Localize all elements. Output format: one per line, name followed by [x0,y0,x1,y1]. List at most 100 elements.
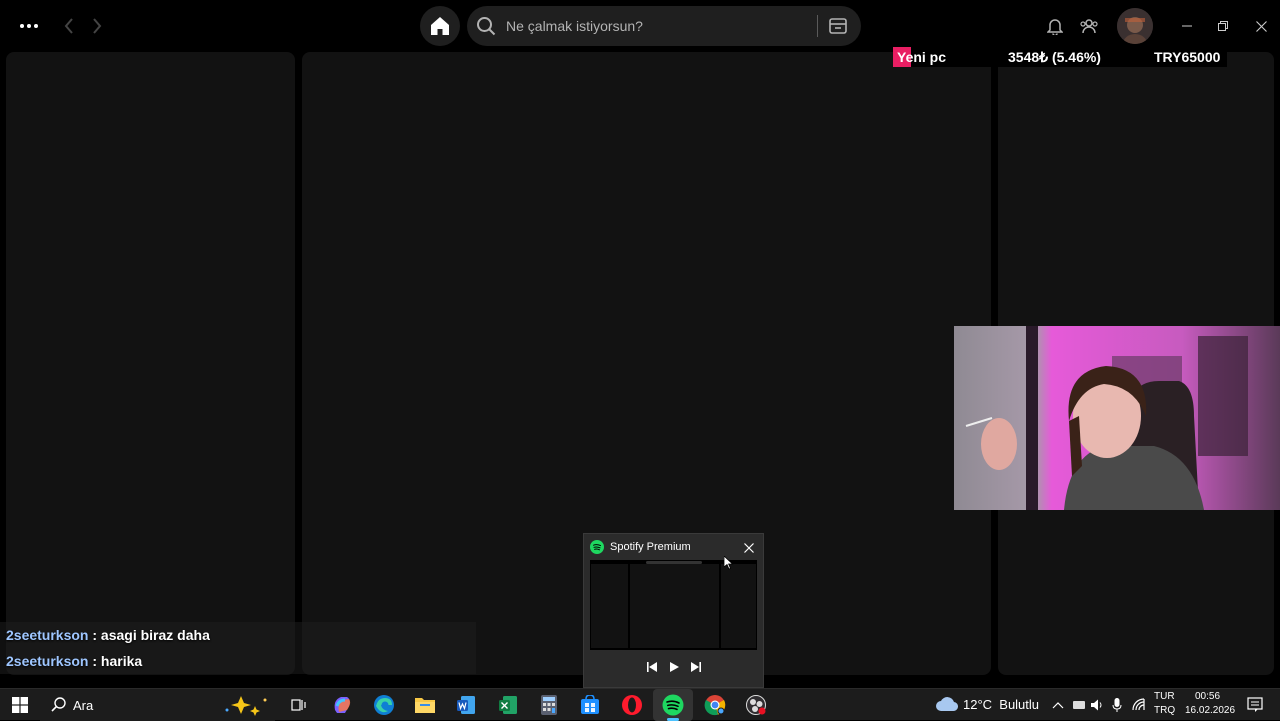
tray-device-icon [1073,701,1085,709]
taskbar-word[interactable] [454,693,478,717]
bell-icon [1047,19,1063,35]
chat-username: 2seeturkson [6,653,89,669]
more-dots-icon [20,24,38,28]
minimize-icon [1182,25,1192,27]
chat-message: 2seeturkson : asagi biraz daha [6,627,210,643]
notification-center-button[interactable] [1243,693,1267,717]
word-icon [457,696,475,714]
mouse-cursor-icon [724,556,734,570]
clock-time: 00:56 [1195,691,1221,702]
weather-cloud-icon [936,697,958,712]
avatar-image [1117,8,1153,44]
spotify-top-bar [0,0,1280,52]
clock-button[interactable]: 00:56 16.02.2026 [1183,690,1235,720]
taskbar-obs[interactable] [744,693,768,717]
play-button[interactable] [666,659,682,675]
friend-activity-button[interactable] [1078,15,1100,37]
excel-icon [499,696,517,714]
preview-panel [630,564,719,648]
chevron-right-icon [93,18,102,34]
chrome-icon [704,695,726,716]
search-icon [51,697,66,712]
windows-taskbar: Ara 12°C Bulutlu TUR TRQ 00:56 16.02.202… [0,688,1280,721]
more-options-button[interactable] [16,14,42,38]
weather-text[interactable]: 12°C Bulutlu [963,697,1039,712]
next-track-button[interactable] [688,659,704,675]
search-input[interactable] [506,16,806,36]
opera-icon [622,695,642,715]
chat-message: 2seeturkson : harika [6,653,142,669]
input-language-button[interactable]: TUR TRQ [1152,690,1178,720]
browse-icon [829,18,847,34]
donation-goal-bar: Yeni pc 3548₺ (5.46%) TRY65000 [893,47,1227,67]
task-view-icon [291,699,306,711]
taskbar-copilot[interactable] [330,693,354,717]
preview-searchbar [646,561,702,564]
skip-back-icon [647,662,657,672]
restore-icon [1218,21,1228,31]
close-button[interactable] [1250,16,1272,36]
notifications-button[interactable] [1044,15,1066,37]
chevron-up-icon [1052,702,1064,709]
donation-amount: 3548₺ (5.46%) [1008,49,1101,65]
webcam-overlay [954,326,1280,510]
chat-text: : harika [88,653,143,669]
chevron-left-icon [64,18,73,34]
taskbar-store[interactable] [578,693,602,717]
calculator-icon [541,695,557,715]
start-button[interactable] [8,693,32,717]
donation-label: Yeni pc [897,49,947,65]
keyboard-layout: TRQ [1154,705,1176,716]
preview-close-button[interactable] [741,540,757,556]
task-view-button[interactable] [287,693,311,717]
search-icon [477,17,496,36]
close-icon [1255,20,1267,32]
profile-avatar[interactable] [1117,8,1153,44]
spotify-taskbar-preview[interactable]: Spotify Premium [583,533,764,688]
taskbar-search[interactable]: Ara [40,689,275,721]
minimize-button[interactable] [1176,16,1198,36]
clock-date: 16.02.2026 [1185,705,1236,716]
taskbar-edge[interactable] [372,693,396,717]
taskbar-search-label: Ara [73,698,94,713]
volume-icon [1091,699,1102,711]
file-explorer-icon [415,698,435,713]
preview-title: Spotify Premium [610,541,691,553]
search-box[interactable] [467,6,861,46]
close-icon [744,543,754,553]
copilot-sparkle-icon [225,696,267,716]
skip-forward-icon [691,662,701,672]
spotify-app-button[interactable] [661,693,685,717]
preview-panel [591,564,628,648]
home-button[interactable] [420,6,460,46]
browse-button[interactable] [827,15,849,37]
network-icon [1132,698,1145,711]
tray-overflow-button[interactable] [1046,693,1070,717]
previous-track-button[interactable] [644,659,660,675]
copilot-icon [334,697,351,713]
forward-button[interactable] [86,14,108,38]
edge-icon [374,695,394,715]
microphone-icon [1112,698,1122,712]
donation-goal: TRY65000 [1154,49,1221,65]
taskbar-excel[interactable] [496,693,520,717]
chat-text: : asagi biraz daha [88,627,210,643]
store-icon [581,695,599,714]
taskbar-file-explorer[interactable] [413,693,437,717]
taskbar-opera[interactable] [620,693,644,717]
taskbar-chrome[interactable] [703,693,727,717]
taskbar-calculator[interactable] [537,693,561,717]
back-button[interactable] [58,14,80,38]
obs-icon [746,695,766,715]
preview-panel [721,564,756,648]
play-icon [669,662,679,672]
windows-start-icon [12,697,28,713]
spotify-icon [662,694,684,716]
spotify-icon [590,540,604,554]
taskbar-spotify-active[interactable] [653,689,693,721]
chat-username: 2seeturkson [6,627,89,643]
search-divider [817,15,818,37]
language-code: TUR [1154,691,1175,702]
restore-button[interactable] [1212,16,1234,36]
webcam-image [954,326,1280,510]
